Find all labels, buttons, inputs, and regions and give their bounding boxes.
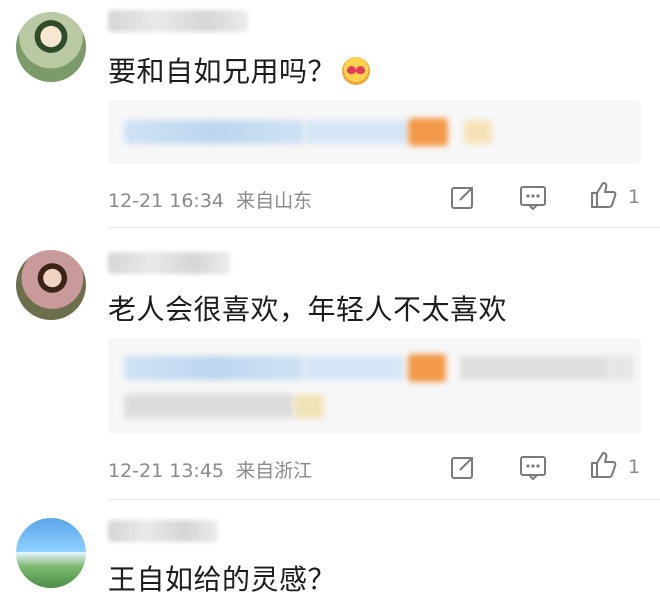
comment-text: 要和自如兄用吗？ — [108, 50, 371, 90]
comment-location: 来自山东 — [236, 190, 313, 212]
comment-text: 老人会很喜欢，年轻人不太喜欢 — [108, 293, 508, 326]
blurred-quote-text — [124, 394, 294, 418]
blurred-quote-text — [124, 356, 304, 380]
comment-text: 王自如给的灵感？ — [108, 563, 337, 596]
comment-time: 12-21 13:45 — [108, 460, 225, 482]
blurred-quote-text — [304, 120, 408, 144]
blurred-quote-text — [460, 356, 610, 380]
quoted-reply-box[interactable] — [108, 100, 641, 164]
comment-item: 要和自如兄用吗？ 12-21 16:34 来自山东 1 — [0, 0, 660, 228]
avatar[interactable] — [16, 12, 86, 82]
like-icon[interactable] — [588, 450, 618, 480]
avatar[interactable] — [16, 250, 86, 320]
like-count: 1 — [628, 456, 641, 478]
share-icon[interactable] — [448, 182, 478, 212]
blurred-quote-text — [304, 356, 404, 380]
share-icon[interactable] — [448, 452, 478, 482]
comment-icon[interactable] — [518, 452, 548, 482]
username-blurred[interactable] — [108, 10, 248, 32]
comment-meta: 12-21 16:34 来自山东 — [108, 186, 312, 213]
quoted-reply-box[interactable] — [108, 338, 641, 434]
blurred-quote-highlight — [408, 118, 448, 146]
comment-text-body: 要和自如兄用吗？ — [108, 55, 337, 88]
comment-location: 来自浙江 — [236, 460, 313, 482]
like-count: 1 — [628, 186, 641, 208]
blurred-quote-text — [124, 120, 304, 144]
like-icon[interactable] — [588, 180, 618, 210]
blurred-quote-text — [464, 120, 492, 144]
username-blurred[interactable] — [108, 520, 218, 542]
avatar[interactable] — [16, 518, 86, 588]
username-blurred[interactable] — [108, 252, 230, 274]
comment-meta: 12-21 13:45 来自浙江 — [108, 456, 312, 483]
blurred-quote-text — [294, 394, 324, 418]
blurred-quote-highlight — [408, 354, 446, 382]
comment-item: 王自如给的灵感？ — [0, 500, 660, 596]
blurred-quote-text — [610, 356, 634, 380]
comment-time: 12-21 16:34 — [108, 190, 225, 212]
heart-eyes-emoji-icon — [342, 57, 371, 85]
comment-item: 老人会很喜欢，年轻人不太喜欢 12-21 13:45 来自浙江 1 — [0, 228, 660, 500]
comment-icon[interactable] — [518, 182, 548, 212]
